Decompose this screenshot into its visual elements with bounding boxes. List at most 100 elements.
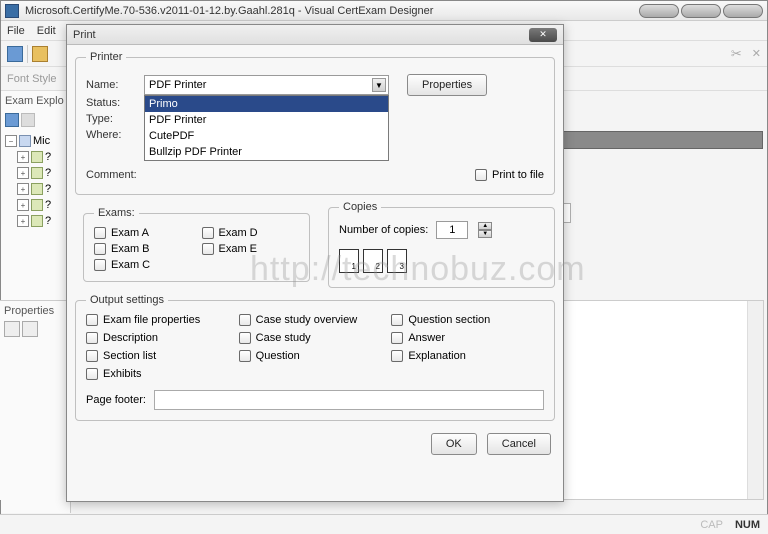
expand-icon[interactable]: +: [17, 215, 29, 227]
exam-checkbox[interactable]: Exam B: [94, 243, 192, 255]
comment-label: Comment:: [86, 169, 144, 181]
properties-pane: Properties: [0, 300, 70, 500]
exam-tree: − Mic +? +? +? +? +?: [1, 129, 70, 233]
tree-item[interactable]: +?: [5, 181, 66, 197]
printer-group: Printer Name: PDF Printer ▼ Primo PDF Pr…: [75, 51, 555, 195]
collapse-icon[interactable]: −: [5, 135, 17, 147]
tree-item[interactable]: +?: [5, 165, 66, 181]
exam-explorer-title: Exam Explo: [1, 91, 70, 111]
name-label: Name:: [86, 79, 144, 91]
cancel-button[interactable]: Cancel: [487, 433, 551, 455]
copies-input[interactable]: [436, 221, 468, 239]
new-icon[interactable]: [7, 46, 23, 62]
status-cap: CAP: [700, 519, 723, 531]
copies-legend: Copies: [339, 201, 381, 213]
page-footer-label: Page footer:: [86, 394, 146, 406]
out-checkbox[interactable]: Question section: [391, 314, 544, 326]
chevron-down-icon[interactable]: ▼: [372, 78, 386, 92]
statusbar: CAP NUM: [0, 514, 768, 534]
open-folder-icon[interactable]: [32, 46, 48, 62]
printer-legend: Printer: [86, 51, 126, 63]
spin-up-icon[interactable]: ▲: [478, 222, 492, 230]
page-preview-icon: [339, 249, 359, 273]
out-checkbox[interactable]: Section list: [86, 350, 239, 362]
page-preview-icon: [363, 249, 383, 273]
copies-label: Number of copies:: [339, 224, 428, 236]
tree-item[interactable]: +?: [5, 149, 66, 165]
dialog-buttons: OK Cancel: [67, 427, 563, 465]
dropdown-item[interactable]: Bullzip PDF Printer: [145, 144, 388, 160]
titlebar: Microsoft.CertifyMe.70-536.v2011-01-12.b…: [1, 1, 767, 21]
maximize-button[interactable]: [681, 4, 721, 18]
delete-icon[interactable]: ✕: [752, 47, 761, 60]
explorer-icon-2[interactable]: [21, 113, 35, 127]
dialog-title: Print: [73, 29, 529, 41]
close-button[interactable]: [723, 4, 763, 18]
menu-file[interactable]: File: [7, 25, 25, 37]
dialog-titlebar: Print ✕: [67, 25, 563, 45]
exam-checkbox[interactable]: Exam E: [202, 243, 300, 255]
checkbox-icon: [475, 169, 487, 181]
dialog-close-button[interactable]: ✕: [529, 28, 557, 42]
exam-checkbox[interactable]: Exam A: [94, 227, 192, 239]
page-preview-icon: [387, 249, 407, 273]
question-icon: [31, 215, 43, 227]
ok-button[interactable]: OK: [431, 433, 477, 455]
question-icon: [31, 151, 43, 163]
expand-icon[interactable]: +: [17, 183, 29, 195]
exams-group: Exams: Exam A Exam D Exam B Exam E Exam …: [83, 207, 310, 282]
question-icon: [31, 183, 43, 195]
scrollbar[interactable]: [747, 301, 763, 499]
dropdown-item[interactable]: CutePDF: [145, 128, 388, 144]
copies-spinner[interactable]: ▲▼: [478, 222, 492, 238]
question-icon: [31, 199, 43, 211]
out-checkbox[interactable]: Exam file properties: [86, 314, 239, 326]
out-checkbox[interactable]: Description: [86, 332, 239, 344]
out-checkbox[interactable]: Answer: [391, 332, 544, 344]
exam-checkbox[interactable]: Exam C: [94, 259, 192, 271]
categorized-icon[interactable]: [4, 321, 20, 337]
expand-icon[interactable]: +: [17, 199, 29, 211]
where-label: Where:: [86, 129, 144, 141]
out-checkbox[interactable]: Case study overview: [239, 314, 392, 326]
separator: [27, 45, 28, 63]
expand-icon[interactable]: +: [17, 151, 29, 163]
out-checkbox[interactable]: Question: [239, 350, 392, 362]
output-legend: Output settings: [86, 294, 168, 306]
out-checkbox[interactable]: Exhibits: [86, 368, 239, 380]
exam-checkbox[interactable]: Exam D: [202, 227, 300, 239]
window-controls: [639, 4, 763, 18]
out-checkbox[interactable]: Explanation: [391, 350, 544, 362]
page-footer-input[interactable]: [154, 390, 544, 410]
properties-title: Properties: [4, 305, 66, 317]
tree-item[interactable]: +?: [5, 213, 66, 229]
type-label: Type:: [86, 113, 144, 125]
minimize-button[interactable]: [639, 4, 679, 18]
question-icon: [31, 167, 43, 179]
collate-preview: [339, 249, 544, 273]
app-icon: [5, 4, 19, 18]
output-settings-group: Output settings Exam file properties Cas…: [75, 294, 555, 421]
status-label: Status:: [86, 97, 144, 109]
properties-button[interactable]: Properties: [407, 74, 487, 96]
exams-legend: Exams:: [94, 207, 139, 219]
out-checkbox[interactable]: Case study: [239, 332, 392, 344]
menu-edit[interactable]: Edit: [37, 25, 56, 37]
explorer-icon-1[interactable]: [5, 113, 19, 127]
dropdown-item[interactable]: PDF Printer: [145, 112, 388, 128]
dropdown-item[interactable]: Primo: [145, 96, 388, 112]
cut-icon[interactable]: ✂: [731, 46, 742, 62]
print-to-file-checkbox[interactable]: Print to file: [475, 169, 544, 181]
spin-down-icon[interactable]: ▼: [478, 230, 492, 238]
copies-group: Copies Number of copies: ▲▼: [328, 201, 555, 288]
window-title: Microsoft.CertifyMe.70-536.v2011-01-12.b…: [25, 5, 639, 17]
print-dialog: Print ✕ Printer Name: PDF Printer ▼ Prim…: [66, 24, 564, 502]
tree-item[interactable]: +?: [5, 197, 66, 213]
doc-icon: [19, 135, 31, 147]
status-num: NUM: [735, 519, 760, 531]
printer-combo[interactable]: PDF Printer ▼ Primo PDF Printer CutePDF …: [144, 75, 389, 95]
alphabetical-icon[interactable]: [22, 321, 38, 337]
tree-root[interactable]: − Mic: [5, 133, 66, 149]
printer-dropdown: Primo PDF Printer CutePDF Bullzip PDF Pr…: [144, 95, 389, 161]
expand-icon[interactable]: +: [17, 167, 29, 179]
